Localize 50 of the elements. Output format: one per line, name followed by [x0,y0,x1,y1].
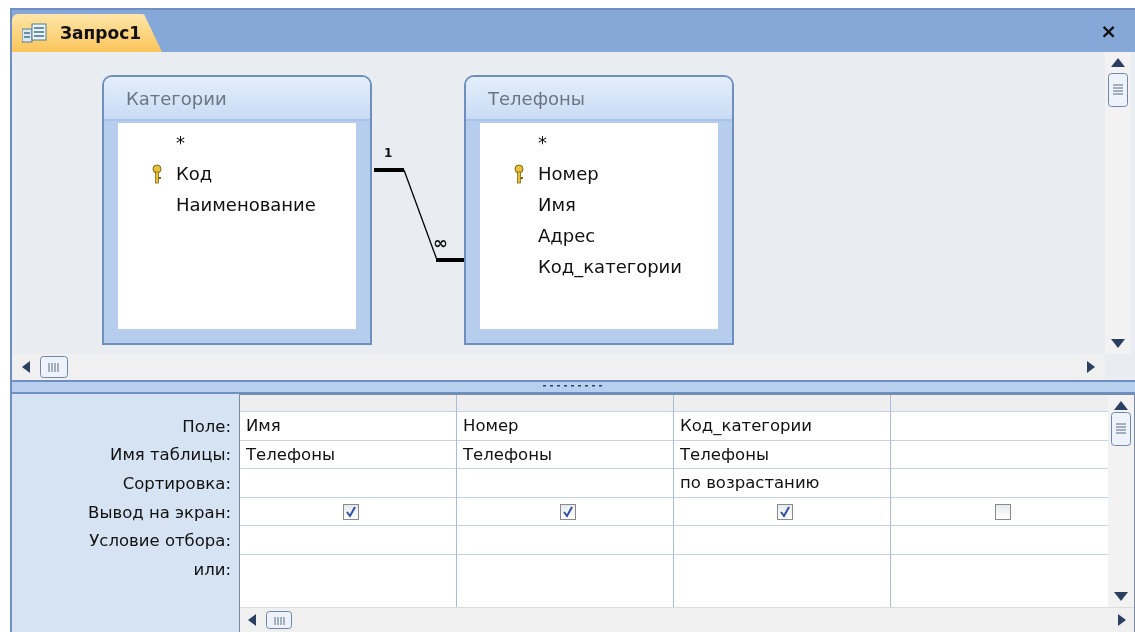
checkbox[interactable] [777,503,793,520]
scroll-right-icon[interactable] [1118,614,1126,626]
one-label: 1 [384,146,393,160]
scroll-left-icon[interactable] [248,614,256,626]
checkbox[interactable] [560,503,576,520]
row-label: Сортировка: [122,474,231,493]
field-name[interactable]: Номер [538,163,599,184]
grid-cell[interactable]: Телефоны [680,444,769,464]
field-name[interactable]: Наименование [176,194,316,215]
query-icon [22,23,48,43]
scroll-right-icon[interactable] [1087,361,1095,373]
table-title: Телефоны [466,77,732,121]
table-title: Категории [104,77,370,121]
field-name[interactable]: Адрес [538,225,596,246]
horizontal-scrollbar[interactable] [12,354,1105,380]
field-name[interactable]: Код_категории [538,256,682,277]
scroll-up-icon[interactable] [1111,58,1125,67]
table-box[interactable]: Категории * Код Наименование [102,75,372,345]
row-label: Поле: [182,416,231,436]
field-name[interactable]: * [176,132,185,153]
scroll-thumb[interactable] [40,356,68,378]
field-name[interactable]: Имя [538,194,576,215]
scroll-thumb[interactable] [1108,73,1128,107]
grid-cell[interactable]: Код_категории [680,416,812,436]
vertical-scrollbar[interactable] [1108,395,1134,607]
scroll-down-icon[interactable] [1114,592,1128,601]
field-name[interactable]: Код [176,163,213,184]
scroll-thumb[interactable] [1111,412,1131,446]
many-label: ∞ [433,232,448,253]
grid-cell[interactable]: Номер [463,416,519,436]
row-label: Имя таблицы: [110,445,231,465]
grid-cell[interactable]: Имя [246,416,281,436]
grid-cell[interactable]: по возрастанию [680,473,820,493]
scroll-thumb[interactable] [266,611,292,629]
row-label: Условие отбора: [89,531,231,551]
scroll-left-icon[interactable] [22,361,30,373]
vertical-scrollbar[interactable] [1105,52,1131,354]
field-name[interactable]: * [538,132,547,153]
query-tab[interactable]: Запрос1 [12,14,162,52]
scroll-up-icon[interactable] [1114,401,1128,410]
table-box[interactable]: Телефоны * Номер Имя Адрес Код_категории [464,75,734,345]
grid-cell[interactable]: Телефоны [463,444,552,464]
row-label: или: [193,559,231,579]
horizontal-scrollbar[interactable] [240,607,1134,632]
row-label: Вывод на экран: [88,502,231,522]
checkbox[interactable] [994,503,1011,520]
checkbox[interactable] [343,503,359,520]
scroll-down-icon[interactable] [1111,339,1125,348]
grid-cell[interactable]: Телефоны [246,444,335,464]
close-button[interactable]: × [1096,19,1121,43]
